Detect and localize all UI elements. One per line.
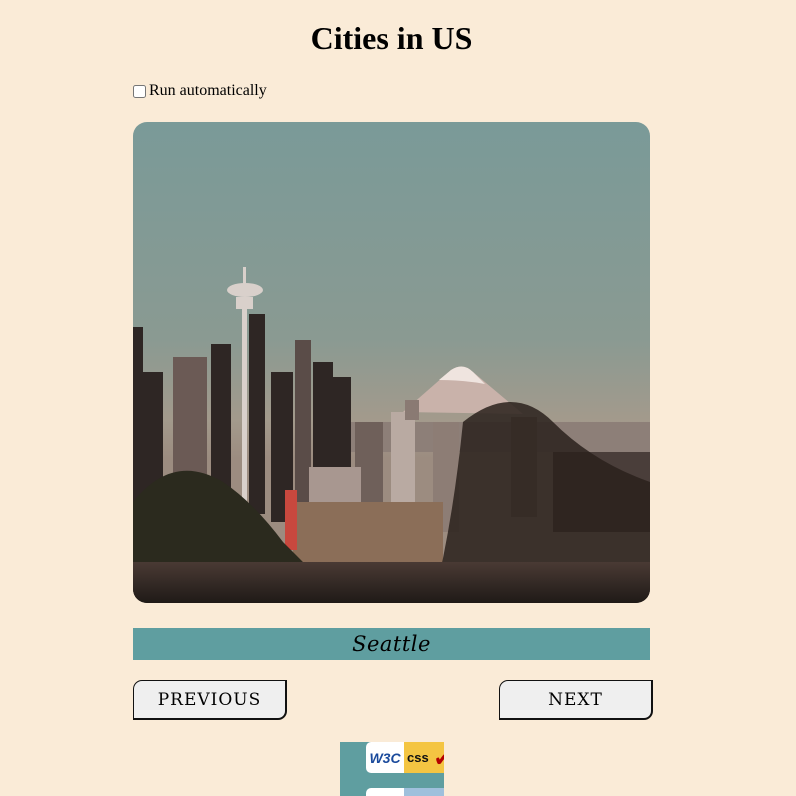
auto-run-checkbox[interactable]: [133, 84, 146, 98]
w3c-logo-text: W3C: [366, 742, 404, 773]
page-title: Cities in US: [310, 20, 473, 56]
city-photo: [133, 122, 650, 603]
previous-button[interactable]: PREVIOUS: [133, 680, 287, 720]
city-caption: Seattle: [133, 628, 650, 660]
w3c-second-badge[interactable]: W3C: [366, 788, 444, 796]
validator-badges: W3C css ✔ W3C: [340, 742, 444, 796]
auto-run-label: Run automatically: [149, 82, 267, 99]
next-button[interactable]: NEXT: [499, 680, 653, 720]
auto-run-control[interactable]: Run automatically: [133, 82, 267, 100]
checkmark-icon: ✔: [433, 746, 444, 771]
seattle-skyline-image: [133, 122, 650, 603]
slideshow-page: Cities in US Run automatically Seattle P…: [0, 0, 796, 796]
css-label: css: [407, 750, 429, 765]
css-badge-body: css ✔: [404, 742, 444, 773]
w3c-css-badge[interactable]: W3C css ✔: [366, 742, 444, 773]
w3c-logo-text-2: W3C: [366, 788, 404, 796]
second-badge-body: [404, 788, 444, 796]
